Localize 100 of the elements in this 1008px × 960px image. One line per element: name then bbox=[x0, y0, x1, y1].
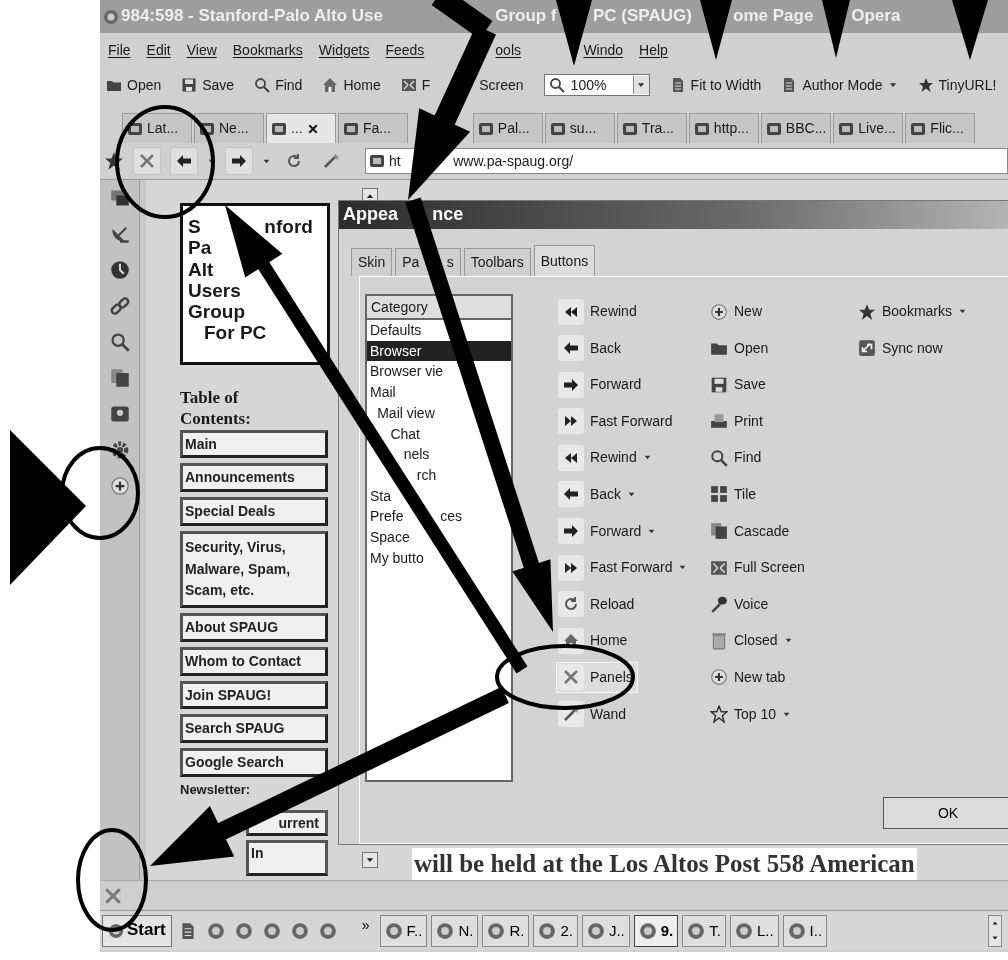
toolbar-button[interactable]: Open bbox=[106, 76, 162, 94]
app-icon[interactable] bbox=[318, 921, 337, 940]
category-item[interactable]: Browser vie bbox=[367, 361, 447, 383]
browser-tab[interactable]: Lat... bbox=[122, 113, 192, 143]
toolbar-button[interactable]: Save bbox=[181, 76, 235, 94]
taskbar-button[interactable]: 9. bbox=[633, 914, 679, 947]
toolbar-button-sample[interactable]: New tab bbox=[708, 661, 791, 693]
toolbar-button-sample[interactable]: Forward bbox=[556, 515, 662, 547]
address-field[interactable]: ht www.pa-spaug.org/ bbox=[365, 148, 1008, 174]
nav-link[interactable]: About SPAUG bbox=[180, 612, 328, 642]
taskbar-button[interactable]: L.. bbox=[729, 914, 779, 947]
dialog-tab[interactable]: Skin bbox=[351, 248, 393, 276]
menu-item[interactable]: Bookmarks bbox=[232, 41, 303, 59]
category-item[interactable]: Mail bbox=[367, 382, 399, 403]
toolbar-button[interactable]: Author Mode bbox=[781, 76, 898, 94]
app-icon[interactable] bbox=[262, 921, 281, 940]
browser-tab[interactable]: Pal... bbox=[472, 113, 543, 143]
scroll-down-button[interactable] bbox=[362, 852, 378, 868]
menu-item[interactable]: ools bbox=[495, 41, 521, 59]
overflow-button[interactable]: » bbox=[361, 917, 370, 934]
taskbar-button[interactable]: I.. bbox=[782, 914, 828, 947]
browser-tab[interactable]: Live... bbox=[833, 113, 904, 143]
toolbar-button-sample[interactable]: Bookmarks bbox=[856, 296, 973, 327]
scroll-spinner[interactable] bbox=[988, 914, 1002, 947]
taskbar-button[interactable]: R. bbox=[482, 914, 530, 947]
category-item[interactable]: nels bbox=[400, 444, 433, 465]
browser-tab[interactable]: Ne... bbox=[194, 113, 264, 143]
menu-item[interactable]: Widgets bbox=[318, 41, 370, 59]
taskbar-button[interactable]: J.. bbox=[581, 914, 630, 947]
category-item[interactable]: Mail view bbox=[374, 402, 438, 424]
browser-tab[interactable]: ... bbox=[266, 113, 336, 143]
app-icon[interactable] bbox=[234, 921, 253, 940]
toolbar-button-sample[interactable]: Rewind bbox=[556, 296, 642, 327]
toolbar-button-sample[interactable]: Fast Forward bbox=[556, 552, 693, 584]
toolbar-button-sample[interactable]: Top 10 bbox=[708, 698, 797, 730]
browser-tab[interactable]: Fa... bbox=[338, 113, 408, 143]
nav-link[interactable]: Whom to Contact bbox=[180, 646, 328, 676]
nav-link[interactable]: Special Deals bbox=[180, 497, 328, 526]
app-icon[interactable] bbox=[206, 921, 225, 940]
toolbar-button-sample[interactable]: Reload bbox=[556, 588, 640, 620]
plus-icon[interactable] bbox=[109, 476, 130, 496]
toolbar-button-sample[interactable]: Fast Forward bbox=[556, 405, 678, 437]
browser-tab[interactable]: su... bbox=[544, 113, 615, 143]
search-icon[interactable] bbox=[109, 332, 130, 352]
toolbar-button-sample[interactable]: Tile bbox=[708, 478, 762, 510]
ok-button[interactable]: OK bbox=[883, 797, 1008, 829]
nav-link[interactable]: Announcements bbox=[180, 463, 328, 493]
toolbar-button-sample[interactable]: Full Screen bbox=[708, 552, 810, 584]
tools-icon[interactable] bbox=[104, 886, 122, 905]
clock-icon[interactable] bbox=[109, 260, 130, 280]
toolbar-button-sample[interactable]: Print bbox=[708, 405, 768, 437]
toolbar-button-sample[interactable]: Open bbox=[708, 332, 774, 364]
taskbar-button[interactable]: F.. bbox=[379, 914, 428, 947]
menu-item[interactable]: Feeds bbox=[385, 41, 425, 59]
category-item[interactable]: Prefe ces bbox=[367, 506, 466, 528]
toolbar-button-sample[interactable]: New bbox=[708, 296, 767, 327]
toolbar-button-sample[interactable]: Voice bbox=[708, 588, 774, 620]
browser-tab[interactable]: Flic... bbox=[905, 113, 976, 143]
toolbar-button[interactable]: Fit to Width bbox=[669, 76, 762, 94]
close-icon[interactable] bbox=[306, 122, 319, 135]
category-item[interactable]: Defaults bbox=[367, 320, 425, 341]
toolbar-button[interactable]: Find bbox=[254, 76, 303, 94]
contacts-icon[interactable] bbox=[109, 404, 130, 424]
start-button[interactable]: Start bbox=[102, 914, 172, 947]
chain-link-icon[interactable] bbox=[109, 296, 130, 316]
browser-tab[interactable]: http... bbox=[688, 113, 759, 143]
forward-button[interactable] bbox=[225, 147, 253, 175]
toolbar-button[interactable]: Home bbox=[322, 76, 381, 94]
menu-item[interactable]: View bbox=[186, 41, 217, 59]
menu-item[interactable]: Edit bbox=[146, 41, 171, 59]
toolbar-button-sample[interactable]: Wand bbox=[556, 698, 632, 730]
nav-link[interactable]: Search SPAUG bbox=[180, 714, 328, 744]
toolbar-button-sample[interactable]: Back bbox=[556, 332, 627, 364]
menu-item[interactable]: File bbox=[108, 41, 131, 59]
app-icon[interactable] bbox=[290, 921, 309, 940]
taskbar-button[interactable]: T. bbox=[682, 914, 726, 947]
nav-link[interactable]: Main bbox=[180, 429, 328, 459]
category-item[interactable]: Chat bbox=[387, 423, 423, 445]
menu-item[interactable]: Windo bbox=[583, 41, 624, 59]
toolbar-button-sample[interactable]: Save bbox=[708, 369, 771, 401]
toolbar-button-sample[interactable]: Rewind bbox=[556, 442, 657, 474]
nav-link[interactable]: Security, Virus, Malware, Spam, Scam, etc. bbox=[180, 530, 328, 608]
zoom-field[interactable]: 100% bbox=[543, 74, 650, 96]
category-item[interactable]: rch bbox=[413, 464, 440, 486]
dialog-tab[interactable]: Buttons bbox=[533, 245, 596, 276]
windows-icon[interactable] bbox=[109, 188, 130, 208]
toolbar-button-sample[interactable]: Closed bbox=[708, 625, 798, 657]
menu-item[interactable]: Help bbox=[639, 41, 668, 59]
satellite-dish-icon[interactable] bbox=[109, 224, 130, 244]
toolbar-button[interactable]: TinyURL! bbox=[917, 76, 997, 94]
nav-link[interactable]: Join SPAUG! bbox=[180, 680, 328, 710]
category-item[interactable]: Sta bbox=[367, 485, 394, 507]
toolbar-button-sample[interactable]: Cascade bbox=[708, 515, 795, 547]
dialog-tab[interactable]: Toolbars bbox=[463, 248, 531, 276]
category-item[interactable]: My butto bbox=[367, 547, 427, 569]
browser-tab[interactable]: BBC... bbox=[760, 113, 832, 143]
taskbar-button[interactable]: N. bbox=[431, 914, 479, 947]
toolbar-button-sample[interactable]: Back bbox=[556, 478, 642, 510]
newsletter-link[interactable]: In bbox=[246, 840, 328, 877]
cascade-icon[interactable] bbox=[109, 368, 130, 388]
